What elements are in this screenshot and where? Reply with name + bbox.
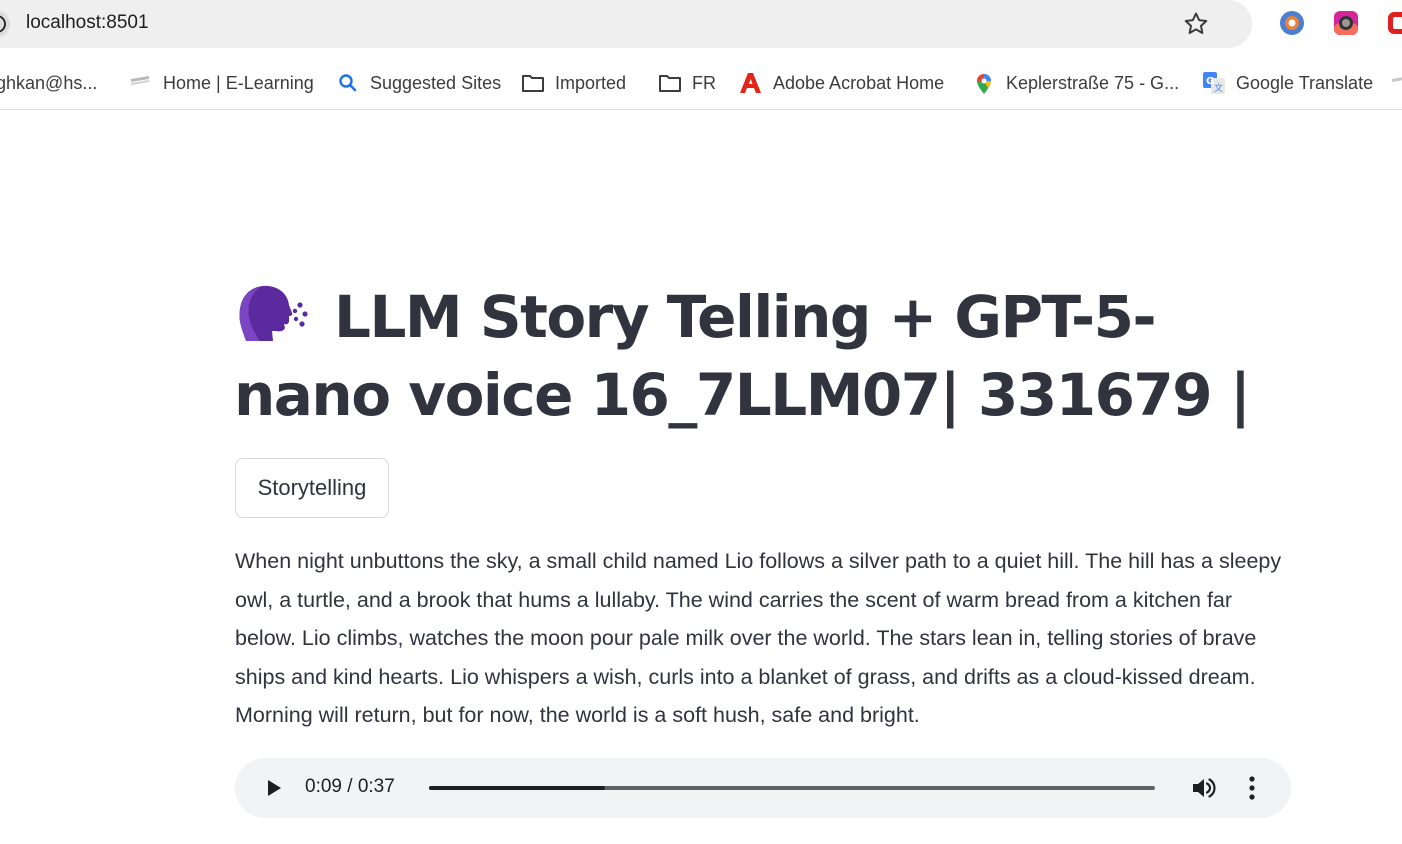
folder-icon: [522, 75, 544, 92]
bookmark-item[interactable]: FR: [658, 68, 716, 98]
red-extension-icon[interactable]: [1386, 10, 1402, 36]
svg-text:G: G: [1206, 76, 1214, 87]
url-text[interactable]: localhost:8501: [26, 12, 149, 34]
camera-extension-icon[interactable]: [1333, 10, 1359, 36]
play-icon[interactable]: [261, 776, 285, 800]
site-info-icon[interactable]: [0, 11, 10, 37]
adobe-acrobat-icon: [740, 73, 761, 93]
map-pin-icon: [977, 74, 991, 94]
bookmark-item[interactable]: G文 Google Translate: [1202, 68, 1373, 98]
bookmark-item[interactable]: Home | E-Learning: [129, 68, 314, 98]
translate-icon: G文: [1203, 72, 1225, 94]
bookmark-item[interactable]: Adobe Acrobat Home: [739, 68, 944, 98]
story-text: When night unbuttons the sky, a small ch…: [235, 549, 1282, 727]
audio-player: 0:09 / 0:37: [235, 758, 1291, 818]
bookmark-item[interactable]: Imported: [521, 68, 626, 98]
bookmarks-bar: ghkan@hs... Home | E-Learning Suggested …: [0, 56, 1402, 110]
bookmark-item[interactable]: Suggested Sites: [336, 68, 501, 98]
folder-icon: [659, 75, 681, 92]
browser-toolbar: localhost:8501: [0, 0, 1402, 56]
search-icon: [339, 74, 357, 92]
address-bar[interactable]: localhost:8501: [0, 0, 1252, 48]
bookmark-item[interactable]: ghkan@hs...: [0, 68, 97, 98]
speaking-head-icon: [234, 281, 312, 345]
audio-seek-bar[interactable]: [429, 786, 1155, 790]
page-title: LLM Story Telling + GPT-5-nano voice 16_…: [234, 278, 1294, 434]
more-options-icon[interactable]: [1239, 774, 1265, 802]
extension-icon[interactable]: [1279, 10, 1305, 36]
svg-text:文: 文: [1214, 82, 1223, 94]
e-learning-icon: [131, 76, 149, 85]
bookmark-overflow[interactable]: [1390, 68, 1402, 98]
bookmark-star-icon[interactable]: [1182, 10, 1210, 38]
e-learning-icon: [1392, 77, 1402, 82]
storytelling-label: Storytelling: [235, 458, 389, 518]
bookmark-item[interactable]: Keplerstraße 75 - G...: [972, 68, 1179, 98]
page-title-text: LLM Story Telling + GPT-5-nano voice 16_…: [234, 283, 1251, 429]
audio-progress: [429, 786, 606, 790]
volume-icon[interactable]: [1190, 774, 1218, 802]
audio-time: 0:09 / 0:37: [305, 776, 395, 797]
